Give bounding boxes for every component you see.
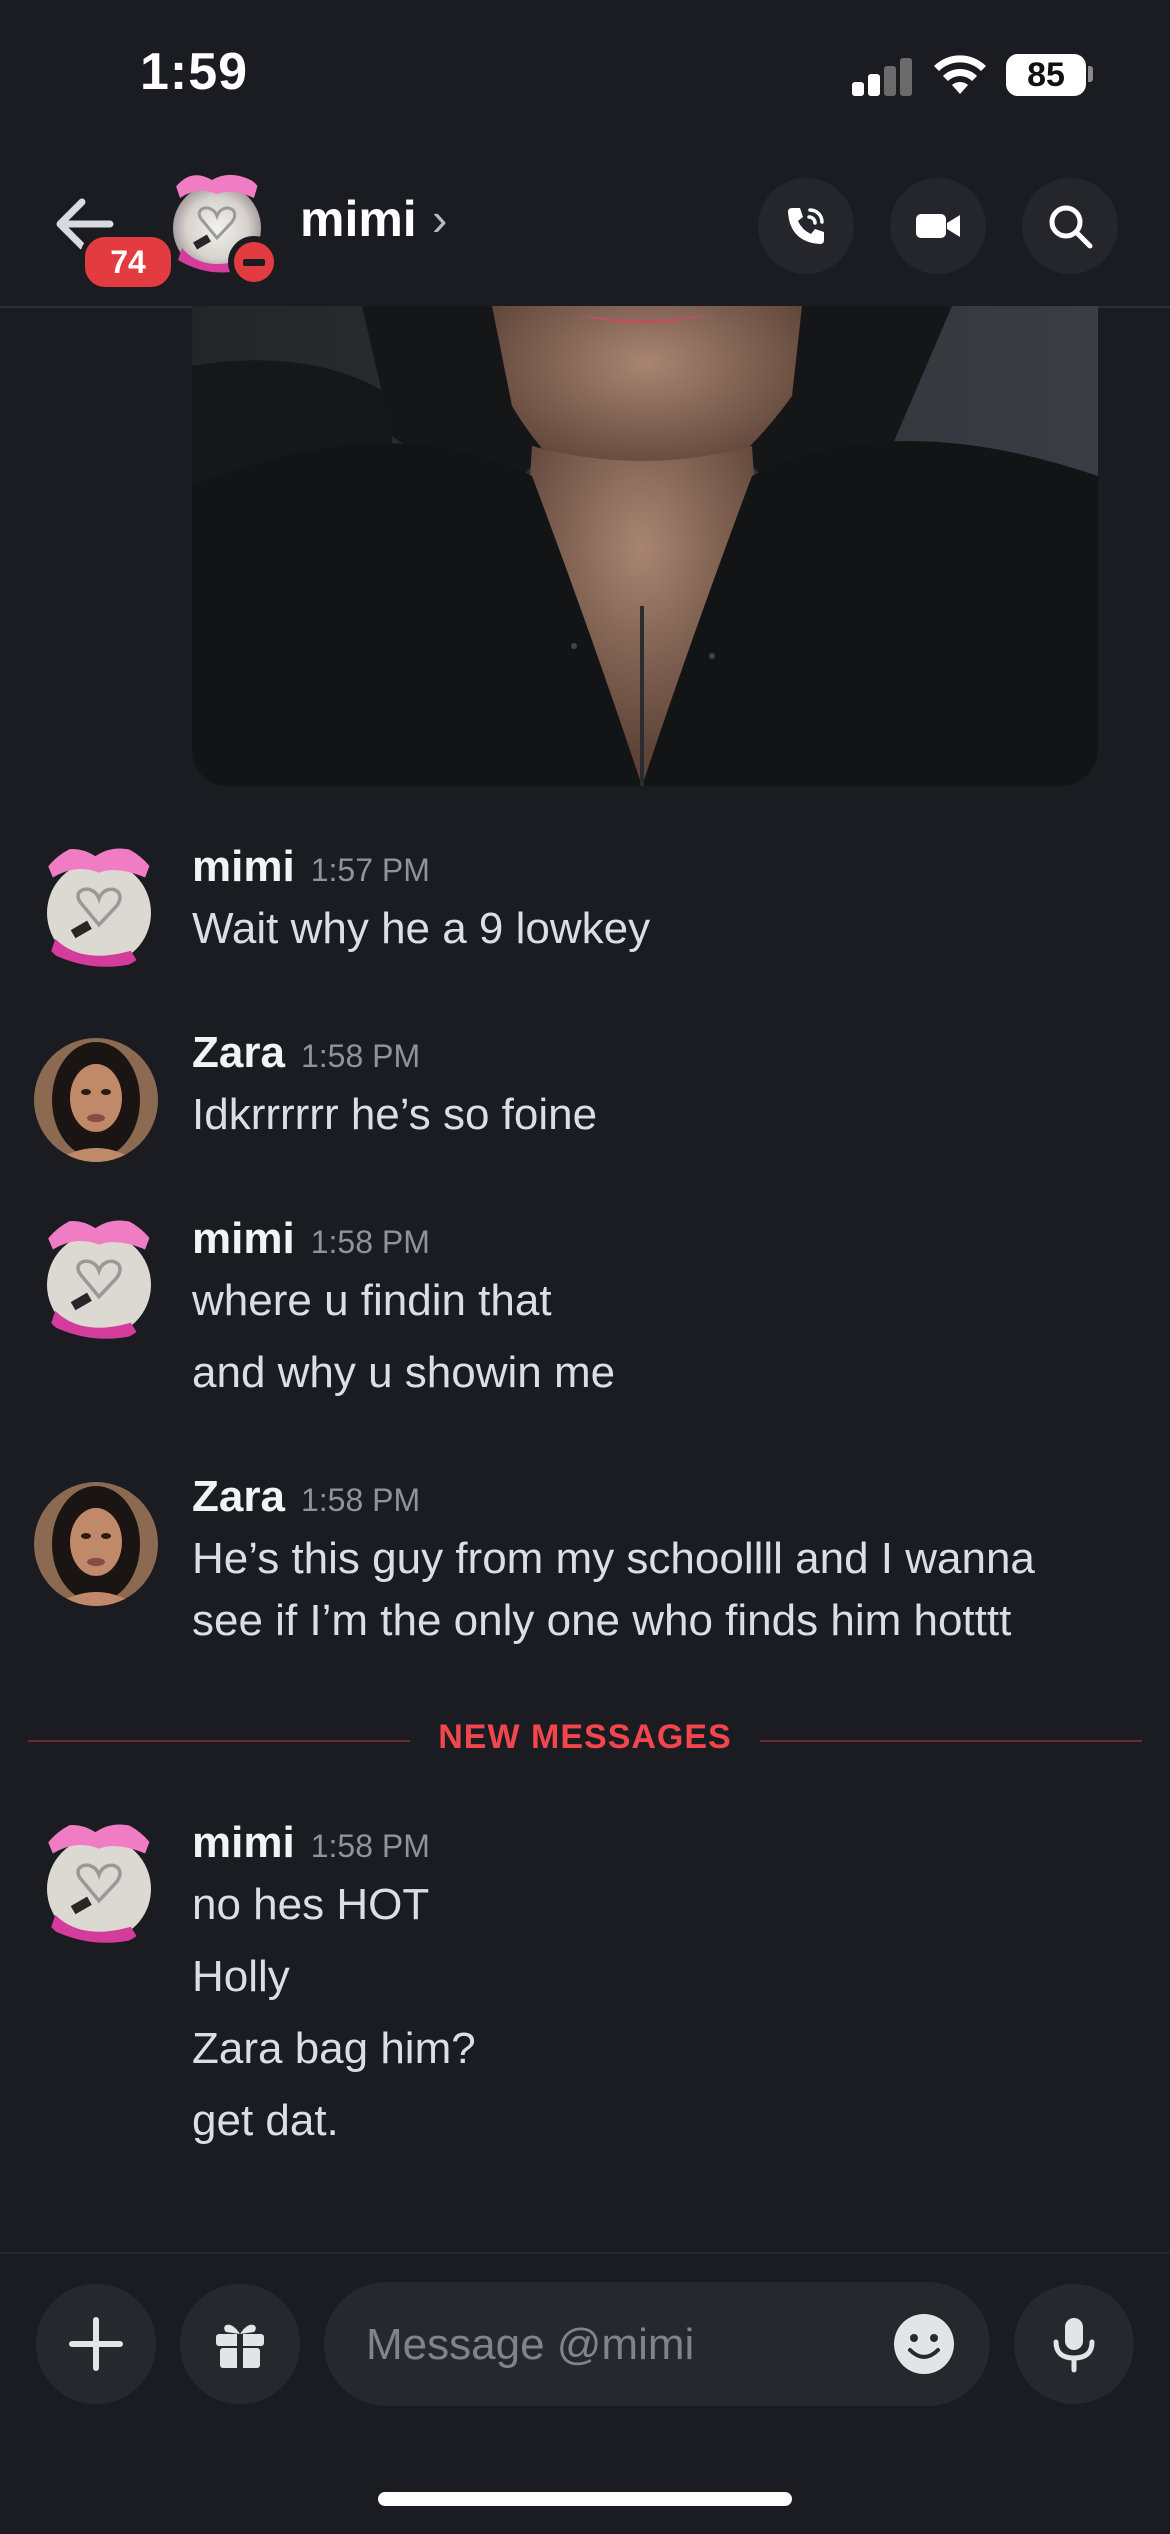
- message-text: and why u showin me: [192, 1348, 616, 1397]
- message-author[interactable]: mimi: [192, 1818, 295, 1867]
- message-group: Zara 1:58 PM Idkrrrrrr he’s so foine: [0, 1028, 1170, 1178]
- message-group: mimi 1:58 PM no hes HOT Holly Zara bag hi…: [0, 1818, 1170, 2158]
- message-text: He’s this guy from my schoollll and I wa…: [192, 1534, 1035, 1583]
- new-messages-label: NEW MESSAGES: [410, 1718, 760, 1756]
- new-messages-label-wrap: NEW MESSAGES: [0, 1718, 1170, 1757]
- gift-button[interactable]: [180, 2284, 300, 2404]
- avatar[interactable]: [34, 1214, 164, 1344]
- message-text: see if I’m the only one who finds him ho…: [192, 1596, 1012, 1645]
- chevron-right-icon[interactable]: ›: [432, 192, 447, 246]
- video-call-button[interactable]: [890, 178, 986, 274]
- voice-message-button[interactable]: [1014, 2284, 1134, 2404]
- message-author[interactable]: Zara: [192, 1028, 285, 1077]
- message-text: Wait why he a 9 lowkey: [192, 904, 651, 953]
- battery-indicator: 85: [1006, 54, 1086, 96]
- message-timestamp: 1:58 PM: [310, 1828, 430, 1864]
- cell-signal-icon: [852, 56, 912, 96]
- mimi-avatar-image: [45, 848, 153, 967]
- message-text: where u findin that: [192, 1276, 552, 1325]
- zara-avatar-image: [34, 1038, 158, 1162]
- message-text: Idkrrrrrr he’s so foine: [192, 1090, 598, 1139]
- message-header: mimi 1:58 PM: [192, 1818, 430, 1868]
- message-group: Zara 1:58 PM He’s this guy from my school…: [0, 1472, 1170, 1672]
- microphone-icon: [1053, 2318, 1095, 2373]
- message-timestamp: 1:58 PM: [300, 1038, 421, 1074]
- battery-tip: [1088, 66, 1093, 82]
- add-attachment-button[interactable]: [36, 2284, 156, 2404]
- do-not-disturb-status-icon: [228, 236, 280, 288]
- message-group: mimi 1:57 PM Wait why he a 9 lowkey: [0, 842, 1170, 992]
- message-header: Zara 1:58 PM: [192, 1028, 420, 1078]
- gift-icon: [216, 2324, 264, 2368]
- unread-badge: 74: [80, 232, 176, 292]
- message-text: get dat.: [192, 2096, 339, 2145]
- mimi-avatar-image: [45, 1220, 153, 1339]
- message-header: Zara 1:58 PM: [192, 1472, 420, 1522]
- message-text: Zara bag him?: [192, 2024, 476, 2073]
- emoji-icon[interactable]: [892, 2312, 956, 2376]
- status-bar: 1:59 85: [0, 0, 1170, 150]
- channel-title[interactable]: mimi: [300, 190, 417, 248]
- voice-call-button[interactable]: [758, 178, 854, 274]
- avatar[interactable]: [34, 842, 164, 972]
- message-group: mimi 1:58 PM where u findin that and why …: [0, 1214, 1170, 1414]
- zara-avatar-image: [34, 1482, 158, 1606]
- message-text: no hes HOT: [192, 1880, 430, 1929]
- search-button[interactable]: [1022, 178, 1118, 274]
- status-time: 1:59: [140, 43, 249, 101]
- avatar[interactable]: [34, 1038, 158, 1162]
- photo-image: [192, 306, 1098, 786]
- home-indicator-bar: [378, 2492, 792, 2506]
- message-input[interactable]: [364, 2282, 848, 2408]
- plus-icon: [69, 2317, 123, 2371]
- message-timestamp: 1:57 PM: [310, 852, 430, 888]
- message-author[interactable]: mimi: [192, 1214, 295, 1263]
- search-icon: [1049, 205, 1093, 249]
- message-input-container: [324, 2282, 990, 2408]
- message-header: mimi 1:58 PM: [192, 1214, 430, 1264]
- dm-header: 74 mimi ›: [0, 150, 1170, 308]
- message-timestamp: 1:58 PM: [300, 1482, 421, 1518]
- message-header: mimi 1:57 PM: [192, 842, 430, 892]
- image-attachment[interactable]: [192, 306, 1098, 786]
- wifi-icon: [934, 55, 986, 94]
- phone-call-icon: [788, 208, 824, 244]
- avatar[interactable]: [34, 1818, 164, 1948]
- avatar[interactable]: [34, 1482, 158, 1606]
- message-text: Holly: [192, 1952, 290, 2001]
- message-author[interactable]: Zara: [192, 1472, 285, 1521]
- message-author[interactable]: mimi: [192, 842, 295, 891]
- mimi-avatar-image: [45, 1824, 153, 1943]
- video-camera-icon: [916, 214, 960, 238]
- message-timestamp: 1:58 PM: [310, 1224, 430, 1260]
